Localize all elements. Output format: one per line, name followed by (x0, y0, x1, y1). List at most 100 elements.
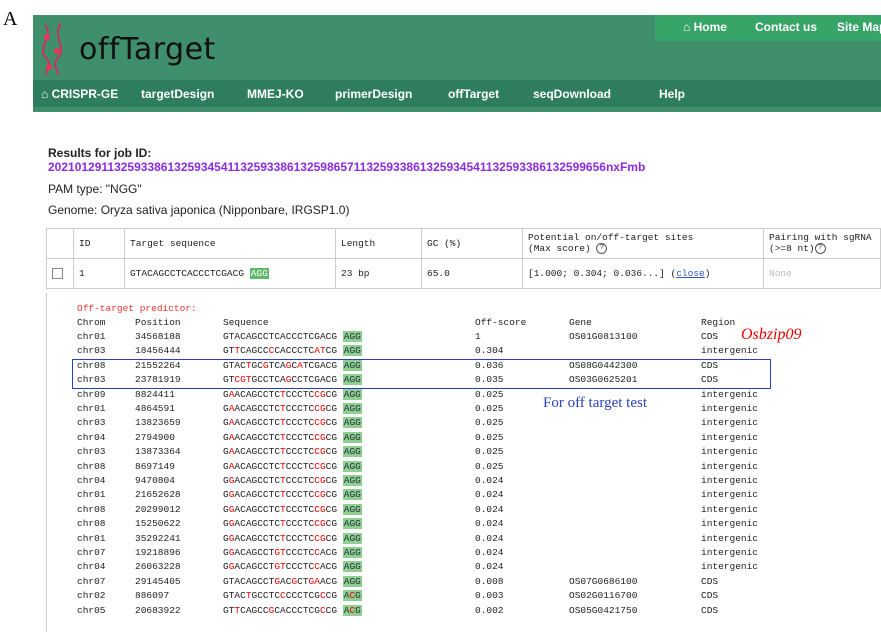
row-region: intergenic (701, 518, 759, 530)
row-position: 29145405 (135, 575, 181, 587)
row-position: 20683922 (135, 604, 181, 616)
main-nav: ⌂ CRISPR-GE targetDesign MMEJ-KO primerD… (33, 80, 881, 107)
annotation-box (72, 359, 771, 389)
table-row: chr04 2794900 GAACAGCCTCTCCCTCCGCG AGG 0.02… (47, 431, 881, 445)
row-pam: AGG (342, 518, 362, 530)
results-label: Results for job ID: (48, 146, 152, 160)
row-off-score: 0.304 (475, 345, 504, 357)
row-chrom: chr01 (77, 403, 106, 414)
home-icon: ⌂ (683, 20, 691, 34)
row-off-score: 0.024 (475, 489, 504, 501)
row-position: 2794900 (135, 431, 175, 443)
col-chrom: Chrom (77, 317, 106, 328)
row-sites-end: ) (704, 268, 711, 279)
row-chrom: chr07 (77, 547, 106, 558)
row-sites: [1.000; 0.304; 0.036...] (close) (522, 258, 764, 289)
help-icon[interactable]: ? (596, 243, 608, 255)
row-off-score: 0.024 (475, 518, 504, 530)
row-position: 4864591 (135, 403, 175, 414)
row-off-score: 0.024 (475, 532, 504, 544)
nav-crispr-ge-label: CRISPR-GE (51, 87, 119, 101)
top-nav-home[interactable]: ⌂ Home (683, 20, 727, 34)
row-position: 26063228 (135, 561, 181, 573)
logo-title: offTarget (79, 32, 216, 67)
pam-type: PAM type: "NGG" (48, 182, 142, 196)
logo[interactable]: offTarget (33, 15, 263, 77)
row-chrom: chr03 (77, 417, 106, 429)
row-pairing: None (763, 258, 881, 289)
row-length: 23 bp (335, 258, 422, 289)
row-pam: AGG (342, 503, 362, 515)
row-pam: AGG (342, 475, 362, 486)
row-position: 20299012 (135, 503, 181, 515)
nav-crispr-ge[interactable]: ⌂ CRISPR-GE (41, 87, 118, 101)
col-sites-sub: (Max score) (528, 243, 591, 255)
table-row: chr08 15250622 GGACAGCCTCTCCCTCCGCG AGG 0.0… (47, 518, 881, 531)
table-row: chr04 26063228 GGACAGCCTGTCCCTCCACG AGG 0.0… (47, 561, 881, 574)
col-pairing: Pairing with sgRNA (>=8 nt)? (763, 228, 881, 259)
row-region: intergenic (701, 532, 759, 544)
col-sites-title: Potential on/off-target sites (528, 232, 694, 244)
top-nav-contact[interactable]: Contact us (755, 20, 817, 34)
row-pam: AGG (342, 446, 362, 458)
help-icon[interactable]: ? (814, 243, 826, 255)
row-pam: AGG (342, 460, 362, 472)
results-table: ID Target sequence Length GC (%) Potenti… (46, 228, 881, 289)
row-region: intergenic (701, 475, 759, 486)
row-id: 1 (73, 258, 125, 289)
row-checkbox[interactable] (52, 267, 63, 279)
row-region: CDS (701, 331, 719, 342)
row-chrom: chr01 (77, 532, 106, 544)
row-chrom: chr01 (77, 331, 106, 342)
row-off-score: 0.024 (475, 475, 504, 486)
row-position: 34568188 (135, 331, 181, 342)
nav-mmej-ko[interactable]: MMEJ-KO (247, 87, 304, 101)
top-nav: ⌂ Home Contact us Site Map (655, 15, 881, 41)
row-chrom: chr04 (77, 431, 106, 443)
row-gene: OS07G0686100 (569, 575, 638, 587)
row-seq-text: GTACAGCCTCACCCTCGACG (130, 268, 245, 279)
row-region: intergenic (701, 460, 759, 472)
row-off-score: 1 (475, 331, 481, 342)
row-position: 8824411 (135, 388, 175, 400)
row-chrom: chr03 (77, 446, 106, 458)
row-off-score: 0.025 (475, 403, 504, 414)
row-pam: AGG (249, 268, 269, 279)
row-sequence: GAACAGCCTCTCCCTCCGCG AGG (223, 446, 362, 458)
row-position: 13873364 (135, 446, 181, 458)
row-off-score: 0.025 (475, 417, 504, 429)
row-sequence: GAACAGCCTCTCCCTCCGCG AGG (223, 460, 362, 472)
table-row: chr03 18456444 GTTCAGCCCCACCCTCATCG AGG 0.3… (47, 345, 881, 358)
row-sequence: GGACAGCCTCTCCCTCCGCG AGG (223, 532, 362, 544)
table-row: chr07 29145405 GTACAGCCTGACGCTGAACG AGG 0.0… (47, 575, 881, 589)
nav-target-design[interactable]: targetDesign (141, 87, 214, 101)
row-sequence: GGACAGCCTCTCCCTCCGCG AGG (223, 503, 362, 515)
nav-seq-download[interactable]: seqDownload (533, 87, 611, 101)
row-position: 15250622 (135, 518, 181, 530)
col-gc: GC (%) (421, 228, 523, 259)
row-pam: AGG (342, 345, 362, 357)
row-sequence: GGACAGCCTCTCCCTCCGCG AGG (223, 475, 362, 486)
row-pam: AGG (342, 417, 362, 429)
row-pam: AGG (342, 331, 362, 342)
table-header-row: ID Target sequence Length GC (%) Potenti… (46, 228, 881, 259)
nav-help[interactable]: Help (659, 87, 685, 101)
row-sequence: GGACAGCCTCTCCCTCCGCG AGG (223, 489, 362, 501)
row-off-score: 0.025 (475, 431, 504, 443)
nav-primer-design[interactable]: primerDesign (335, 87, 412, 101)
top-nav-home-label: Home (693, 20, 727, 34)
row-off-score: 0.002 (475, 604, 504, 616)
row-off-score: 0.024 (475, 561, 504, 573)
row-chrom: chr01 (77, 489, 106, 501)
row-position: 886097 (135, 590, 170, 602)
row-chrom: chr02 (77, 590, 106, 602)
row-region: intergenic (701, 417, 759, 429)
row-position: 13823659 (135, 417, 181, 429)
nav-off-target[interactable]: offTarget (448, 87, 499, 101)
close-link[interactable]: close (676, 268, 705, 279)
row-pam: AGG (342, 403, 362, 414)
top-nav-sitemap[interactable]: Site Map (837, 20, 881, 34)
row-sequence: GTTCAGCCGCACCCTCGCCG ACG (223, 604, 362, 616)
row-off-score: 0.024 (475, 503, 504, 515)
row-position: 9470804 (135, 475, 175, 486)
